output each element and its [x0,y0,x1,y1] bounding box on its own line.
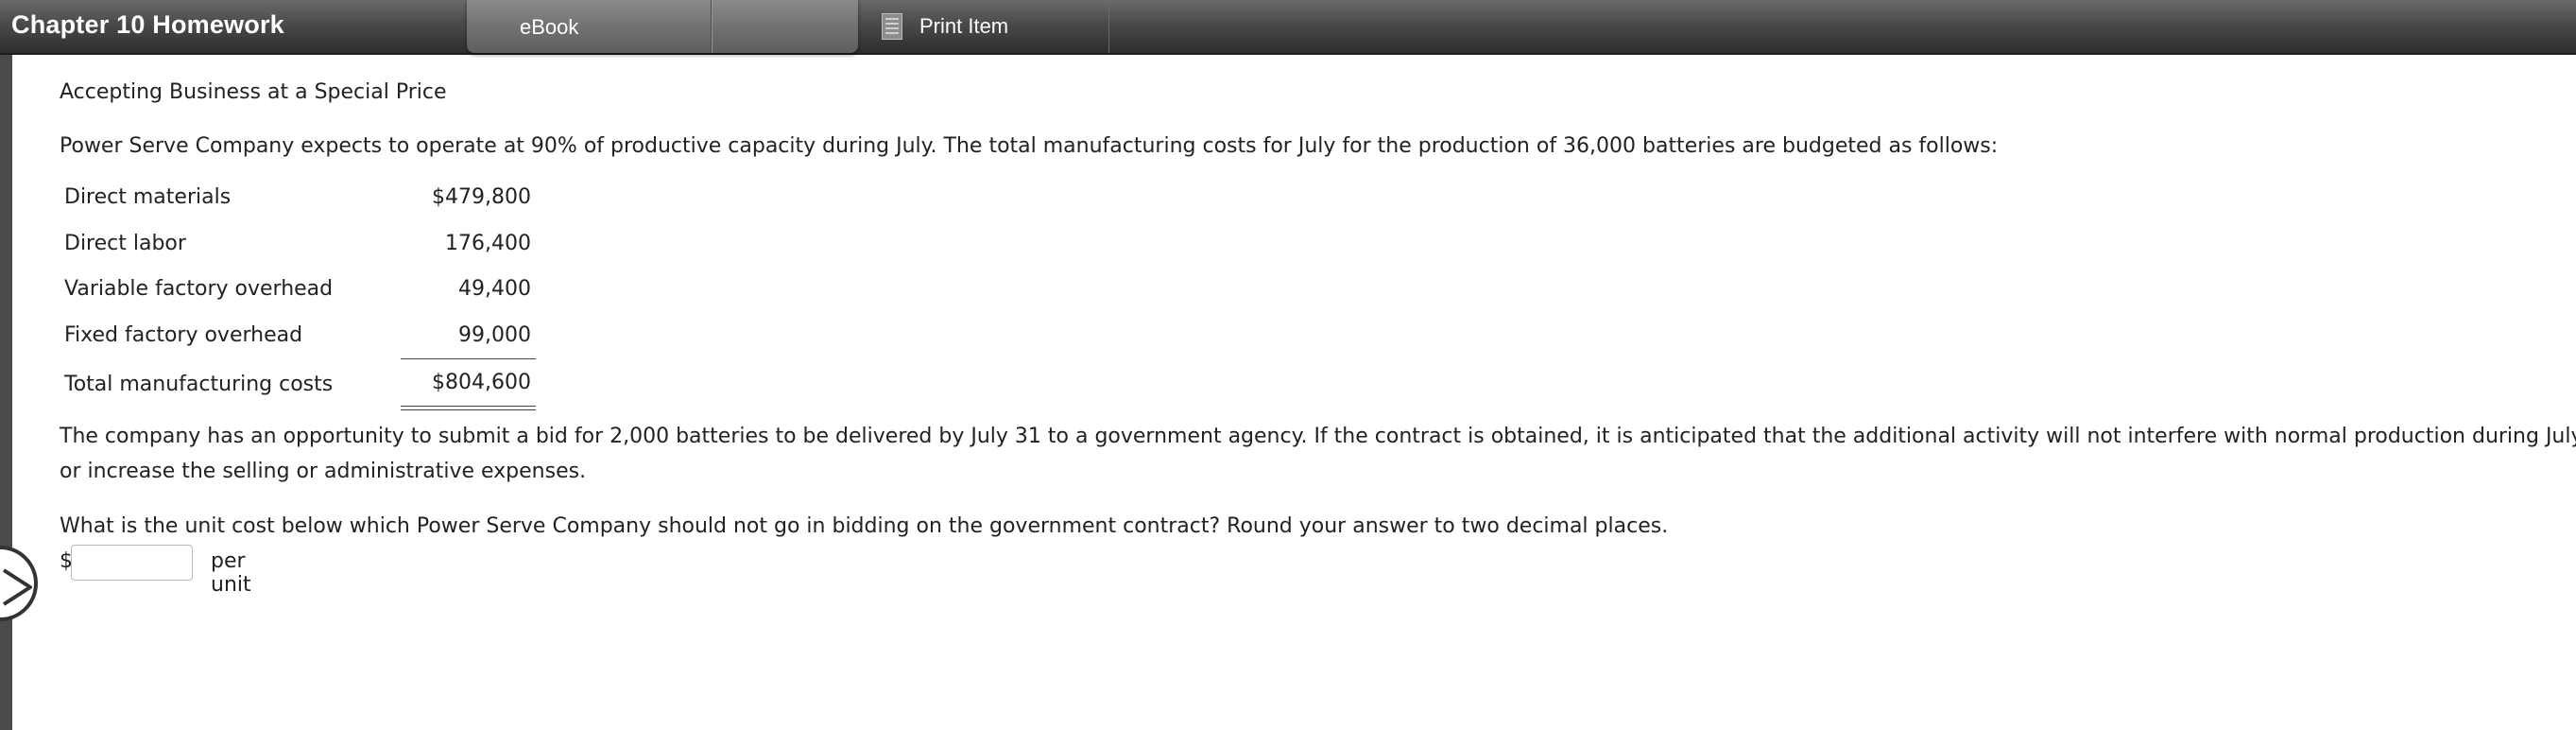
cost-label: Variable factory overhead [64,277,334,301]
problem-body-line-2: or increase the selling or administrativ… [60,460,587,483]
next-nav-button[interactable] [0,546,38,621]
document-print-icon [882,13,902,40]
left-rail [0,55,12,730]
top-bar: Chapter 10 Homework eBook Print Item [0,0,2576,55]
chevron-right-icon [2,568,32,606]
subtotal-rule [401,358,536,359]
cost-total-value: $804,600 [432,371,531,394]
problem-intro: Power Serve Company expects to operate a… [60,134,1999,158]
question-text: What is the unit cost below which Power … [60,514,1669,538]
cost-label: Direct materials [64,185,232,209]
cost-label: Direct labor [64,232,186,255]
problem-heading: Accepting Business at a Special Price [60,80,447,104]
total-double-rule [401,406,536,410]
cost-label: Fixed factory overhead [64,323,303,347]
unit-cost-input[interactable] [71,545,193,581]
cost-value: 176,400 [445,232,531,255]
cost-value: 49,400 [458,277,531,301]
unit-label: per unit [211,549,251,597]
tab-ebook-label: eBook [520,15,579,39]
cost-value: $479,800 [432,185,531,209]
cost-total-label: Total manufacturing costs [64,373,334,396]
problem-body-line-1: The company has an opportunity to submit… [60,425,2576,448]
tab-ebook[interactable]: eBook [467,0,712,53]
assignment-title: Chapter 10 Homework [11,10,284,39]
print-item-button[interactable]: Print Item [879,0,1109,53]
cost-value: 99,000 [458,323,531,347]
print-item-label: Print Item [919,14,1009,38]
tab-group: eBook [467,0,858,53]
tab-blank[interactable] [712,0,859,53]
toolbar-divider [1108,0,1109,53]
